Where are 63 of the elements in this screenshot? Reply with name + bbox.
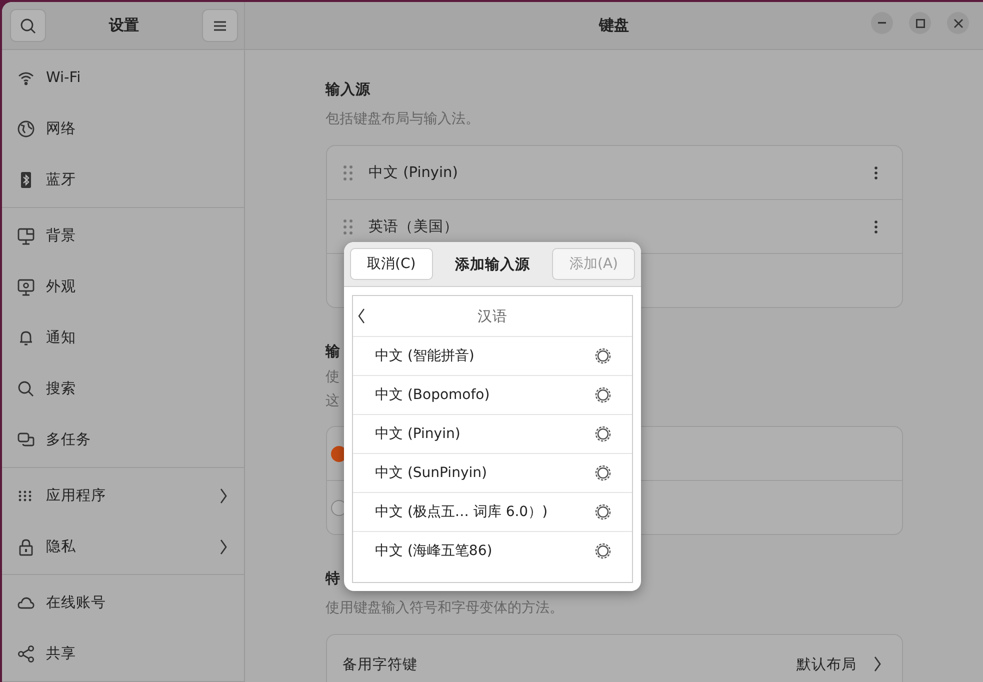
setting-value: 默认布局	[796, 656, 856, 674]
sidebar-item[interactable]: 在线账号	[2, 577, 244, 628]
search-icon	[20, 18, 36, 34]
menu-button[interactable]	[202, 9, 238, 42]
section-heading: 特	[326, 570, 340, 589]
gear-icon[interactable]	[594, 425, 612, 443]
input-method-item[interactable]: 中文 (海峰五笔86)	[353, 532, 632, 570]
section-description: 这	[326, 392, 340, 411]
setting-label: 备用字符键	[342, 656, 418, 674]
share-icon	[17, 644, 35, 662]
windows-icon	[17, 430, 35, 448]
minimize-icon	[878, 22, 886, 24]
section-description: 包括键盘布局与输入法。	[326, 110, 480, 129]
chevron-right-icon	[872, 656, 882, 672]
section-heading: 输	[326, 343, 340, 362]
sidebar-item[interactable]: 背景	[2, 210, 244, 261]
cancel-button[interactable]: 取消(C)	[350, 248, 433, 280]
close-button[interactable]	[947, 12, 969, 34]
sidebar-title: 设置	[108, 16, 140, 35]
section-description: 使	[326, 368, 340, 387]
input-method-item[interactable]: 中文 (Bopomofo)	[353, 376, 632, 415]
input-method-item[interactable]: 中文 (Pinyin)	[353, 415, 632, 454]
source-name: 英语（美国）	[368, 218, 460, 236]
input-method-item[interactable]: 中文 (SunPinyin)	[353, 454, 632, 493]
sidebar-item[interactable]: 通知	[2, 312, 244, 363]
chevron-left-icon	[357, 308, 366, 324]
dialog-title: 添加输入源	[454, 256, 532, 274]
window-title: 键盘	[599, 16, 629, 35]
sidebar-item[interactable]: 多任务	[2, 414, 244, 465]
maximize-icon	[916, 18, 924, 28]
back-button[interactable]	[357, 308, 366, 324]
sidebar-item[interactable]: 隐私	[2, 521, 244, 572]
close-icon	[954, 18, 962, 28]
gear-icon[interactable]	[594, 386, 612, 404]
sidebar-item[interactable]: 搜索	[2, 363, 244, 414]
sidebar-item[interactable]: 网络	[2, 103, 244, 154]
display-icon	[17, 278, 35, 296]
sidebar-item[interactable]: Wi-Fi	[2, 52, 244, 103]
search-button[interactable]	[10, 9, 46, 42]
monitor-icon	[17, 226, 35, 244]
drag-handle-icon[interactable]	[342, 164, 352, 180]
input-method-item[interactable]: 中文 (智能拼音)	[353, 337, 632, 376]
search-icon	[17, 380, 35, 398]
source-name: 中文 (Pinyin)	[368, 164, 459, 182]
gear-icon[interactable]	[594, 503, 612, 521]
lock-icon	[17, 538, 35, 556]
section-description: 使用键盘输入符号和字母变体的方法。	[326, 599, 564, 618]
sidebar-item[interactable]: 蓝牙	[2, 154, 244, 205]
sidebar-item[interactable]: 外观	[2, 261, 244, 312]
bell-icon	[17, 328, 35, 346]
language-title: 汉语	[478, 308, 508, 326]
gear-icon[interactable]	[594, 542, 612, 560]
section-heading: 输入源	[326, 80, 370, 100]
more-icon	[874, 220, 878, 234]
maximize-button[interactable]	[909, 12, 931, 34]
more-icon	[874, 166, 878, 180]
gear-icon[interactable]	[594, 347, 612, 365]
sidebar-item[interactable]: 共享	[2, 628, 244, 679]
gear-icon[interactable]	[594, 464, 612, 482]
sidebar-item[interactable]: 应用程序	[2, 470, 244, 521]
input-method-item[interactable]: 中文 (极点五… 词库 6.0）)	[353, 493, 632, 532]
minimize-button[interactable]	[871, 12, 893, 34]
drag-handle-icon[interactable]	[342, 218, 352, 234]
